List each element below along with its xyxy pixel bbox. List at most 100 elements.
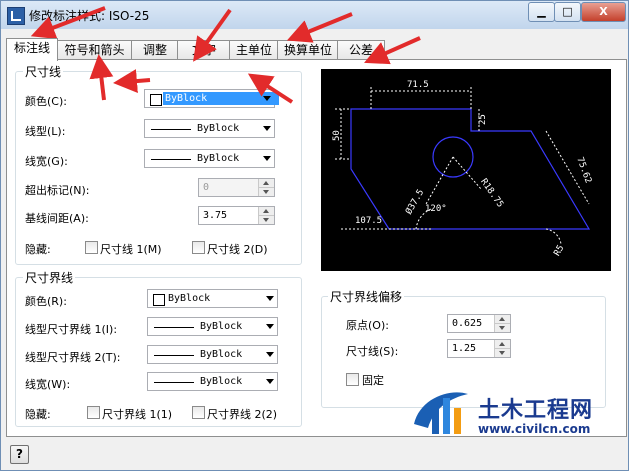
title-bar: 修改标注样式: ISO-25 ▁ □ X	[1, 1, 628, 29]
ext-suppress-label: 隐藏:	[25, 408, 51, 421]
line-sample	[151, 159, 191, 160]
dimline-offset-value: 1.25	[452, 343, 477, 354]
chevron-down-icon	[266, 296, 274, 301]
chevron-down-icon	[266, 324, 274, 329]
suppress-dim2-label: 尺寸线 2(D)	[207, 243, 268, 256]
preview-dim-right-small: 25	[478, 114, 488, 125]
chevron-down-icon	[263, 96, 271, 101]
suppress-ext1-checkbox[interactable]	[87, 406, 100, 419]
part-outline	[350, 108, 591, 230]
dim-color-label: 颜色(C):	[25, 95, 67, 108]
origin-offset-spinner[interactable]: 0.625	[447, 314, 511, 333]
window-title: 修改标注样式: ISO-25	[29, 9, 150, 23]
watermark-url: www.civilcn.com	[478, 422, 591, 436]
dim-linetype-select[interactable]: ByBlock	[144, 119, 275, 138]
offset-group-label: 尺寸界线偏移	[328, 288, 405, 305]
spin-down-icon[interactable]	[258, 188, 274, 196]
chevron-down-icon	[263, 156, 271, 161]
tab-tolerances[interactable]: 公差	[337, 40, 385, 60]
ext-linetype2-label: 线型尺寸界线 2(T):	[25, 351, 121, 364]
suppress-dim2-checkbox[interactable]	[192, 241, 205, 254]
suppress-ext1-label: 尺寸界线 1(1)	[102, 408, 173, 421]
dim-linetype-value: ByBlock	[197, 123, 240, 134]
ext-linetype1-value: ByBlock	[200, 321, 243, 332]
ext-color-value: ByBlock	[168, 293, 211, 304]
tab-strip: 标注线 符号和箭头 调整 文字 主单位 换算单位 公差	[6, 38, 626, 61]
ext-linetype1-label: 线型尺寸界线 1(I):	[25, 323, 118, 336]
ext-color-select[interactable]: ByBlock	[147, 289, 278, 308]
dim-lineweight-label: 线宽(G):	[25, 155, 68, 168]
help-button[interactable]: ?	[10, 445, 29, 464]
color-swatch	[153, 294, 165, 306]
spin-down-icon[interactable]	[494, 324, 510, 332]
spin-up-icon[interactable]	[494, 315, 510, 324]
color-swatch	[150, 94, 162, 106]
line-sample	[154, 327, 194, 328]
suppress-dim1-checkbox[interactable]	[85, 241, 98, 254]
suppress-ext2-label: 尺寸界线 2(2)	[207, 408, 278, 421]
tab-text[interactable]: 文字	[177, 40, 231, 60]
extend-ticks-label: 超出标记(N):	[25, 184, 90, 197]
dim-linetype-label: 线型(L):	[25, 125, 66, 138]
suppress-ext2-checkbox[interactable]	[192, 406, 205, 419]
close-button[interactable]: X	[581, 2, 626, 22]
dimline-offset-spinner[interactable]: 1.25	[447, 339, 511, 358]
app-icon	[7, 7, 25, 25]
baseline-spacing-spinner[interactable]: 3.75	[198, 206, 275, 225]
tab-symbols-arrows[interactable]: 符号和箭头	[56, 40, 133, 60]
ext-linetype1-select[interactable]: ByBlock	[147, 317, 278, 336]
watermark-title: 土木工程网	[478, 398, 594, 423]
spin-up-icon[interactable]	[258, 179, 274, 188]
extend-ticks-spinner[interactable]: 0	[198, 178, 275, 197]
preview-dim-radius: R18.75	[478, 177, 505, 209]
baseline-spacing-value: 3.75	[203, 210, 228, 221]
ext-linetype2-select[interactable]: ByBlock	[147, 345, 278, 364]
dim-color-value: ByBlock	[163, 92, 279, 105]
dim-color-select[interactable]: ByBlock	[144, 89, 279, 108]
chevron-down-icon	[266, 352, 274, 357]
ext-linetype2-value: ByBlock	[200, 349, 243, 360]
ext-lineweight-label: 线宽(W):	[25, 378, 71, 391]
origin-offset-value: 0.625	[452, 318, 483, 329]
minimize-button[interactable]: ▁	[528, 2, 555, 22]
preview-drawing: 71.5 50 25 75.62 Ø37.5 R18.75 120° 107.5…	[332, 80, 593, 258]
dimline-offset-label: 尺寸线(S):	[346, 345, 399, 358]
dim-lineweight-value: ByBlock	[197, 153, 240, 164]
dim-line-group-label: 尺寸线	[23, 63, 64, 80]
extend-ticks-value: 0	[203, 182, 210, 193]
preview-dim-top: 71.5	[407, 80, 429, 90]
dim-suppress-label: 隐藏:	[25, 243, 51, 256]
line-sample	[154, 355, 194, 356]
ext-line-group-label: 尺寸界线	[23, 269, 76, 286]
fixed-length-checkbox[interactable]	[346, 373, 359, 386]
chevron-down-icon	[263, 126, 271, 131]
watermark-logo-icon	[414, 392, 468, 434]
ext-lineweight-select[interactable]: ByBlock	[147, 372, 278, 391]
spin-down-icon[interactable]	[258, 216, 274, 224]
ext-lineweight-value: ByBlock	[200, 376, 243, 387]
watermark: 土木工程网 www.civilcn.com	[398, 382, 629, 444]
tab-dimension-lines[interactable]: 标注线	[6, 38, 58, 61]
tab-alternate-units[interactable]: 换算单位	[277, 40, 339, 60]
tab-fit[interactable]: 调整	[131, 40, 179, 60]
fixed-length-label: 固定	[362, 374, 384, 387]
line-sample	[154, 382, 194, 383]
dim-lineweight-select[interactable]: ByBlock	[144, 149, 275, 168]
preview-dim-base: 107.5	[355, 216, 382, 226]
line-sample	[151, 129, 191, 130]
ext-color-label: 颜色(R):	[25, 295, 67, 308]
origin-offset-label: 原点(O):	[346, 319, 389, 332]
preview-canvas: 71.5 50 25 75.62 Ø37.5 R18.75 120° 107.5…	[321, 69, 611, 271]
spin-up-icon[interactable]	[494, 340, 510, 349]
spin-down-icon[interactable]	[494, 349, 510, 357]
preview-dim-slant: 75.62	[574, 156, 593, 185]
preview-dim-corner: R5	[552, 244, 566, 258]
chevron-down-icon	[266, 379, 274, 384]
tab-primary-units[interactable]: 主单位	[229, 40, 279, 60]
maximize-button[interactable]: □	[554, 2, 581, 22]
baseline-spacing-label: 基线间距(A):	[25, 212, 89, 225]
spin-up-icon[interactable]	[258, 207, 274, 216]
preview-dim-left: 50	[332, 130, 342, 141]
preview-dim-dia: Ø37.5	[403, 187, 426, 216]
suppress-dim1-label: 尺寸线 1(M)	[100, 243, 162, 256]
